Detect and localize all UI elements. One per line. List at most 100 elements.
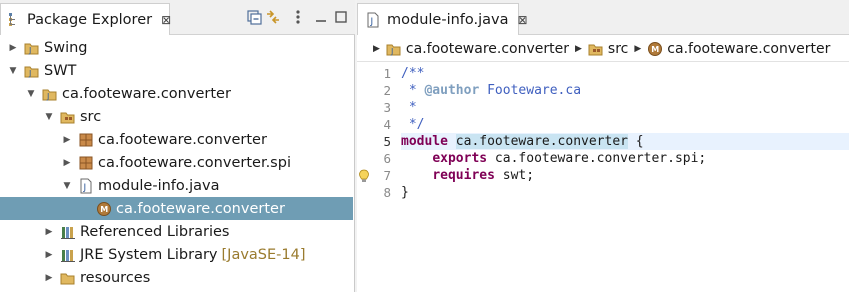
tree-item-module[interactable]: M ca.footeware.converter: [0, 197, 353, 220]
breadcrumb-item-project[interactable]: J ca.footeware.converter: [386, 41, 569, 57]
editor-tab-module-info[interactable]: J module-info.java ⊠: [357, 3, 528, 35]
line-number: 4: [383, 117, 391, 132]
code-line-2: * @author Footeware.ca: [401, 82, 581, 99]
chevron-right-icon[interactable]: ▶: [634, 44, 641, 54]
package-explorer-tabbar: Package Explorer ⊠: [0, 0, 355, 35]
close-icon[interactable]: ⊠: [161, 13, 171, 27]
javadoc-comment: *: [401, 100, 417, 115]
package-explorer-view: Package Explorer ⊠ ▶ J Swing ▼ J SWT ▼ J…: [0, 0, 355, 292]
tree-item-label: ca.footeware.converter.spi: [98, 154, 291, 171]
java-project-icon: J: [24, 40, 40, 56]
tree-item-swt[interactable]: ▼ J SWT: [0, 59, 353, 82]
source-folder-icon: [60, 109, 76, 125]
java-file-icon: J: [365, 12, 381, 28]
code-text: swt;: [494, 168, 535, 183]
tree-item-label: ca.footeware.converter: [98, 131, 267, 148]
collapse-all-icon[interactable]: [246, 9, 262, 25]
package-icon: [78, 132, 94, 148]
code-line-8: }: [401, 184, 409, 201]
tree-item-label: module-info.java: [98, 177, 220, 194]
package-explorer-title: Package Explorer: [27, 11, 153, 28]
expand-arrow-icon[interactable]: ▶: [6, 41, 20, 55]
view-menu-icon[interactable]: [290, 9, 306, 25]
code-line-4: */: [401, 116, 425, 133]
minimize-icon[interactable]: [313, 9, 329, 25]
package-explorer-icon: [7, 12, 21, 28]
collapse-arrow-icon[interactable]: ▼: [6, 64, 20, 78]
javadoc-tag: @author: [424, 83, 480, 98]
code-text: }: [401, 185, 409, 200]
code-line-1: /**: [401, 65, 424, 82]
tree-item-decoration: [JavaSE-14]: [221, 246, 306, 263]
java-file-icon: J: [78, 178, 94, 194]
package-icon: [78, 155, 94, 171]
line-number: 3: [383, 100, 391, 115]
tree-item-src[interactable]: ▼ src: [0, 105, 353, 128]
code-line-3: *: [401, 99, 417, 116]
code-text: ca.footeware.converter.spi;: [487, 151, 707, 166]
svg-text:J: J: [28, 46, 31, 55]
collapse-arrow-icon[interactable]: ▼: [42, 110, 56, 124]
close-icon[interactable]: ⊠: [518, 13, 528, 27]
expand-arrow-icon[interactable]: ▶: [60, 133, 74, 147]
tree-item-label: ca.footeware.converter: [62, 85, 231, 102]
svg-text:J: J: [370, 17, 374, 27]
tree-item-label: JRE System Library: [80, 246, 218, 263]
breadcrumb: ▶ J ca.footeware.converter ▶ src ▶ M ca.…: [357, 36, 849, 62]
expand-arrow-icon[interactable]: ▶: [42, 248, 56, 262]
tree-item-label: Referenced Libraries: [80, 223, 230, 240]
code-line-5: module ca.footeware.converter {: [401, 133, 849, 150]
keyword: exports: [432, 151, 488, 166]
tree-item-jre-system-library[interactable]: ▶ JRE System Library [JavaSE-14]: [0, 243, 353, 266]
svg-text:J: J: [390, 47, 393, 56]
line-number: 8: [383, 185, 391, 200]
maximize-icon[interactable]: [333, 9, 349, 25]
breadcrumb-item-src[interactable]: src: [588, 41, 628, 57]
tree-item-label: SWT: [44, 62, 77, 79]
svg-text:M: M: [100, 205, 108, 214]
keyword: requires: [432, 168, 495, 183]
breadcrumb-label: ca.footeware.converter: [667, 40, 831, 57]
tree-item-module-info[interactable]: ▼ J module-info.java: [0, 174, 353, 197]
editor-view: J module-info.java ⊠ ▶ J ca.footeware.co…: [357, 0, 849, 292]
code-line-7: requires swt;: [401, 167, 534, 184]
code-text: {: [627, 134, 644, 149]
chevron-right-icon[interactable]: ▶: [373, 44, 380, 54]
breadcrumb-item-module[interactable]: M ca.footeware.converter: [647, 41, 830, 57]
line-number: 6: [383, 151, 391, 166]
collapse-arrow-icon[interactable]: ▼: [60, 179, 74, 193]
quick-fix-warning-icon[interactable]: [358, 169, 370, 183]
tree-item-project[interactable]: ▼ J ca.footeware.converter: [0, 82, 353, 105]
tree-item-label: resources: [80, 269, 151, 286]
expand-arrow-icon[interactable]: ▶: [60, 156, 74, 170]
source-folder-icon: [588, 41, 604, 57]
breadcrumb-label: ca.footeware.converter: [405, 40, 569, 57]
tree-item-label: ca.footeware.converter: [116, 200, 285, 217]
expand-arrow-icon[interactable]: ▶: [42, 271, 56, 285]
javadoc-comment: *: [401, 83, 425, 98]
javadoc-comment: */: [401, 117, 425, 132]
code-line-6: exports ca.footeware.converter.spi;: [401, 150, 706, 167]
tree-item-package-spi[interactable]: ▶ ca.footeware.converter.spi: [0, 151, 353, 174]
module-name-highlight: ca.footeware.converter: [455, 134, 628, 149]
line-number: 5: [383, 134, 391, 149]
library-icon: [60, 247, 76, 263]
tree-item-swing[interactable]: ▶ J Swing: [0, 36, 353, 59]
tree-item-resources[interactable]: ▶ resources: [0, 266, 353, 289]
line-number-ruler[interactable]: 1 2 3 4 5 6 7 8: [357, 63, 399, 292]
collapse-arrow-icon[interactable]: ▼: [24, 87, 38, 101]
link-with-editor-icon[interactable]: [265, 9, 281, 25]
svg-text:J: J: [28, 69, 31, 78]
java-project-icon: J: [42, 86, 58, 102]
expand-arrow-icon[interactable]: ▶: [42, 225, 56, 239]
chevron-right-icon[interactable]: ▶: [575, 44, 582, 54]
svg-text:M: M: [651, 45, 659, 54]
tree-item-package[interactable]: ▶ ca.footeware.converter: [0, 128, 353, 151]
editor-tabbar: J module-info.java ⊠: [357, 0, 849, 35]
package-explorer-tab[interactable]: Package Explorer ⊠: [0, 3, 171, 35]
tree-item-referenced-libraries[interactable]: ▶ Referenced Libraries: [0, 220, 353, 243]
java-project-icon: J: [386, 41, 402, 57]
